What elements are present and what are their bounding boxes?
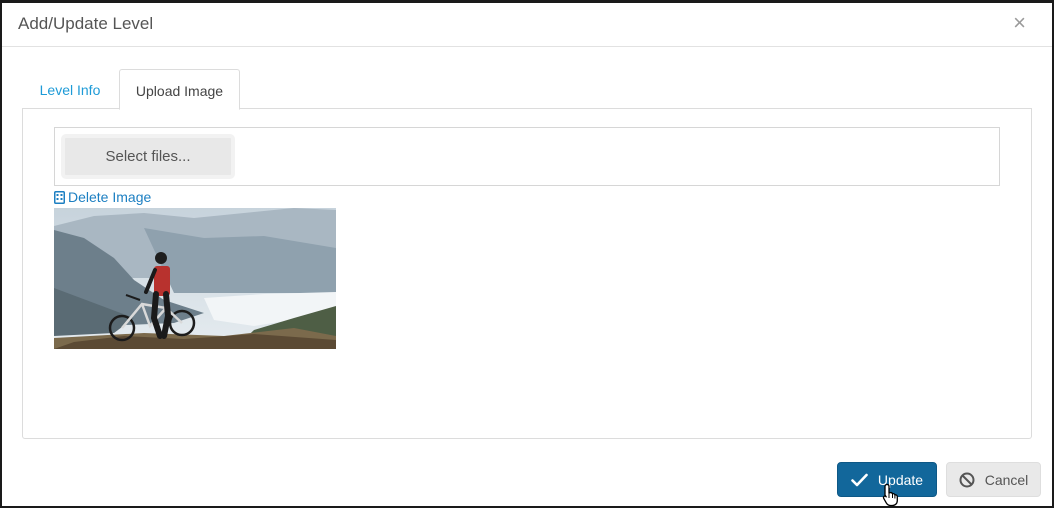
uploaded-image-preview [54, 208, 336, 349]
tab-upload-image[interactable]: Upload Image [119, 69, 240, 110]
file-dropzone[interactable]: Select files... [54, 127, 1000, 186]
delete-image-label: Delete Image [68, 189, 152, 205]
trash-icon [54, 190, 65, 204]
add-update-level-dialog: Add/Update Level × Level Info Upload Ima… [0, 0, 1054, 508]
delete-image-link[interactable]: Delete Image [54, 189, 151, 205]
checkmark-icon [851, 473, 868, 486]
select-files-button[interactable]: Select files... [61, 134, 235, 179]
upload-image-panel: Select files... Delete Image [22, 108, 1032, 439]
mountain-bike-photo [54, 208, 336, 349]
dialog-titlebar: Add/Update Level × [2, 3, 1052, 47]
cancel-label: Cancel [984, 471, 1029, 488]
dialog-title: Add/Update Level [18, 14, 154, 33]
ban-icon [959, 472, 975, 487]
cancel-button[interactable]: Cancel [946, 462, 1041, 497]
hand-pointer-cursor [882, 483, 898, 507]
close-icon[interactable]: × [1013, 11, 1026, 35]
tab-level-info[interactable]: Level Info [22, 69, 118, 109]
